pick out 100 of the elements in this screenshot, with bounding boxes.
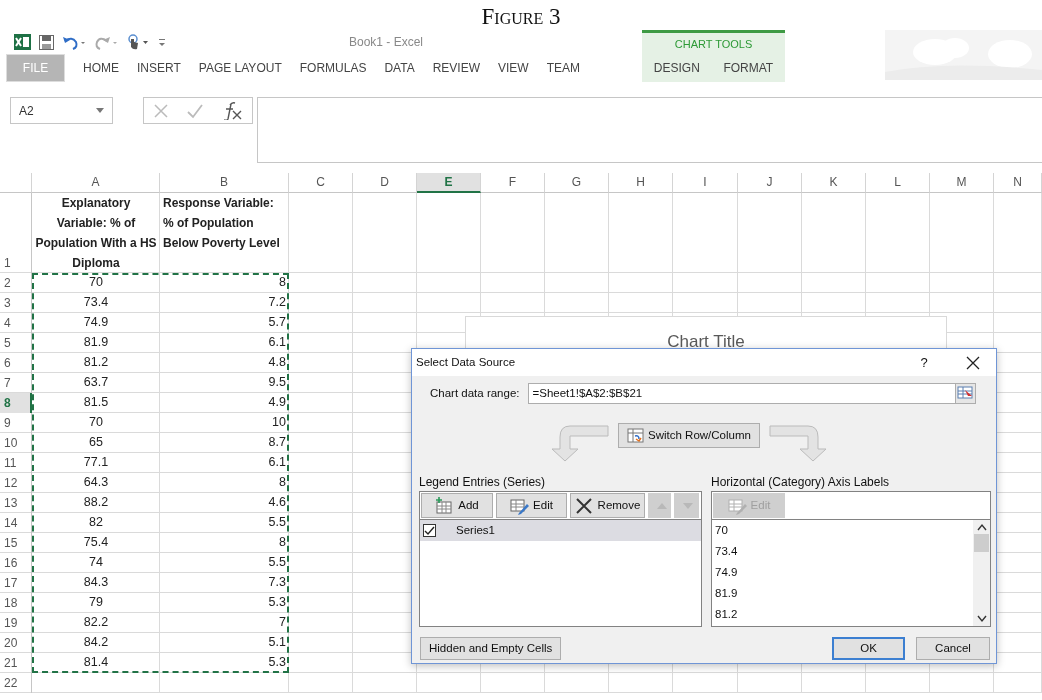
ribbon-tab[interactable]: PAGE LAYOUT xyxy=(189,55,291,81)
list-item[interactable]: 74.9 xyxy=(712,562,973,583)
row-header[interactable]: 8 xyxy=(0,393,32,413)
table-cell-text: 74 xyxy=(88,554,104,571)
table-cell-text: 8 xyxy=(278,474,287,491)
row-header[interactable]: 9 xyxy=(0,413,32,433)
row-header[interactable]: 16 xyxy=(0,553,32,573)
check-icon[interactable] xyxy=(186,102,204,119)
table-cell-text: 75.4 xyxy=(82,534,110,551)
range-input[interactable]: =Sheet1!$A$2:$B$21 xyxy=(527,383,976,404)
switch-row-column-button[interactable]: Switch Row/Column xyxy=(618,423,760,448)
list-item[interactable]: 70 xyxy=(712,520,973,541)
figure-caption: Figure 3 xyxy=(480,3,562,30)
row-header[interactable]: 10 xyxy=(0,433,32,453)
row-header[interactable]: 6 xyxy=(0,353,32,373)
row-header[interactable]: 2 xyxy=(0,273,32,293)
ribbon-tab[interactable]: INSERT xyxy=(128,55,190,81)
row-header[interactable]: 18 xyxy=(0,593,32,613)
ok-button[interactable]: OK xyxy=(832,637,905,660)
ribbon-tab[interactable]: FORMULAS xyxy=(290,55,376,81)
table-cell-text: 70 xyxy=(88,274,104,291)
table-cell-text: 6.1 xyxy=(267,454,287,471)
edit-button[interactable]: Edit xyxy=(496,493,567,518)
name-box[interactable]: A2 xyxy=(10,97,113,124)
row-header[interactable]: 19 xyxy=(0,613,32,633)
table-cell-text: 73.4 xyxy=(82,294,110,311)
dropdown-arrow-icon[interactable] xyxy=(96,108,104,113)
table-cell-text: 81.2 xyxy=(82,354,110,371)
column-header[interactable]: E xyxy=(417,173,481,193)
ribbon-tab[interactable]: FORMAT xyxy=(714,55,783,81)
row-header[interactable]: 1 xyxy=(0,193,32,273)
chart-title: Chart Title xyxy=(666,331,746,353)
section-label: Horizontal (Category) Axis Labels xyxy=(711,474,891,491)
ribbon-tab[interactable]: DESIGN xyxy=(644,55,709,81)
row-header[interactable]: 12 xyxy=(0,473,32,493)
row-header[interactable]: 21 xyxy=(0,653,32,673)
checkmark-icon xyxy=(424,525,435,536)
switch-icon xyxy=(627,428,645,443)
scroll-thumb[interactable] xyxy=(974,534,989,552)
ribbon-tab[interactable]: TEAM xyxy=(537,55,589,81)
section-label: Legend Entries (Series) xyxy=(419,474,547,491)
row-header[interactable]: 4 xyxy=(0,313,32,333)
table-cell-text: 10 xyxy=(271,414,287,431)
redo-icon[interactable] xyxy=(94,34,118,50)
ribbon-tab[interactable]: DATA xyxy=(375,55,424,81)
header-cell-text: Response Variable: % of Population Below Poverty Level xyxy=(162,195,281,252)
list-item[interactable]: 81.9 xyxy=(712,583,973,604)
row-header[interactable]: 22 xyxy=(0,673,32,693)
row-header[interactable]: 17 xyxy=(0,573,32,593)
table-cell-text: 9.5 xyxy=(267,374,287,391)
checkbox[interactable] xyxy=(423,524,436,537)
insert-function-icon[interactable] xyxy=(221,101,244,120)
table-cell-text: 65 xyxy=(88,434,104,451)
scrollbar[interactable] xyxy=(973,520,990,626)
row-header[interactable]: 11 xyxy=(0,453,32,473)
row-header[interactable]: 20 xyxy=(0,633,32,653)
table-cell-text: 4.6 xyxy=(267,494,287,511)
table-cell-text: 70 xyxy=(88,414,104,431)
table-cell-text: 7 xyxy=(278,614,287,631)
list-item[interactable]: 81.2 xyxy=(712,604,973,625)
header-cell-text: Explanatory Variable: % of Population With a HS Diploma xyxy=(34,195,158,272)
list-item[interactable]: 73.4 xyxy=(712,541,973,562)
table-cell-text: 82 xyxy=(88,514,104,531)
window-title: Book1 - Excel xyxy=(349,34,424,51)
save-icon[interactable] xyxy=(39,34,54,50)
row-header[interactable]: 14 xyxy=(0,513,32,533)
field-label: Chart data range: xyxy=(430,385,520,401)
add-button[interactable]: Add xyxy=(421,493,493,518)
ribbon-tab[interactable]: HOME xyxy=(74,55,128,81)
table-cell-text: 5.5 xyxy=(267,514,287,531)
series-item[interactable]: Series1 xyxy=(420,520,701,541)
cancel-button[interactable]: Cancel xyxy=(916,637,990,660)
remove-button[interactable]: Remove xyxy=(570,493,645,518)
table-cell-text: 77.1 xyxy=(82,454,110,471)
tab-group-label: CHART TOOLS xyxy=(673,37,754,52)
table-cell-text: 64.3 xyxy=(82,474,110,491)
ribbon-tab[interactable]: REVIEW xyxy=(423,55,489,81)
table-cell-text: 81.5 xyxy=(82,394,110,411)
table-cell-text: 8.7 xyxy=(267,434,287,451)
dialog-title: Select Data Source xyxy=(416,354,517,370)
table-cell-text: 5.3 xyxy=(267,654,287,671)
hidden-empty-cells-button[interactable]: Hidden and Empty Cells xyxy=(420,637,562,660)
customize-toolbar-icon[interactable] xyxy=(158,37,166,47)
row-header[interactable]: 13 xyxy=(0,493,32,513)
row-header[interactable]: 5 xyxy=(0,333,32,353)
undo-icon[interactable] xyxy=(62,34,86,50)
table-cell-text: 5.1 xyxy=(267,634,287,651)
help-button[interactable]: ? xyxy=(904,352,944,373)
table-cell-text: 81.4 xyxy=(82,654,110,671)
table-cell-text: 88.2 xyxy=(82,494,110,511)
row-header[interactable]: 3 xyxy=(0,293,32,313)
edit-icon xyxy=(510,496,530,515)
touch-mode-icon[interactable] xyxy=(126,34,150,50)
excel-logo-icon[interactable] xyxy=(14,34,31,50)
series-name: Series1 xyxy=(456,522,495,538)
ribbon-tab[interactable]: VIEW xyxy=(489,55,538,81)
formula-input[interactable] xyxy=(257,97,1042,163)
table-cell-text: 84.2 xyxy=(82,634,110,651)
row-header[interactable]: 15 xyxy=(0,533,32,553)
table-cell-text: 4.8 xyxy=(267,354,287,371)
